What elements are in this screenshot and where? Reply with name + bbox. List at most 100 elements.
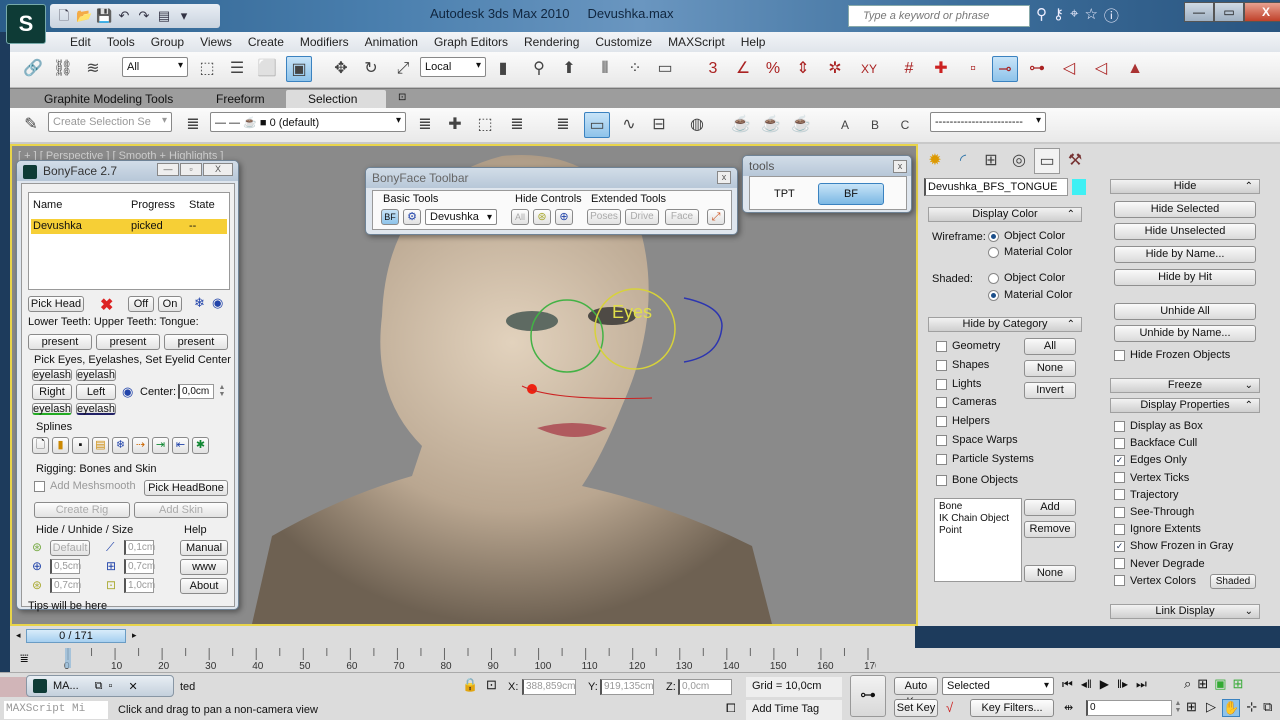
- zoom-all-icon[interactable]: ⊞: [1197, 676, 1208, 692]
- pan-view-icon[interactable]: ✋: [1222, 699, 1241, 717]
- orbit-icon[interactable]: ⊹: [1246, 699, 1257, 717]
- snaps-toggle-icon[interactable]: 3: [700, 56, 726, 82]
- motion-tab-icon[interactable]: ◎: [1006, 148, 1032, 174]
- rotate-icon[interactable]: ↻: [358, 56, 384, 82]
- current-frame-spinner[interactable]: ▲ ▼: [1174, 700, 1182, 715]
- xy-snap-icon[interactable]: XY: [856, 56, 882, 82]
- link-icon[interactable]: ⤢: [707, 209, 725, 225]
- search-input[interactable]: Type a keyword or phrase: [848, 5, 1030, 27]
- save-spline-icon[interactable]: ▪: [72, 437, 89, 454]
- key-mode-toggle-icon[interactable]: ⇹: [1064, 701, 1073, 714]
- time-slider-prev-icon[interactable]: ◂: [16, 630, 21, 641]
- key-icon[interactable]: ⚷: [1053, 5, 1064, 26]
- move-icon[interactable]: ✥: [328, 56, 354, 82]
- yellow-square-size-field[interactable]: 1,0cm: [124, 578, 155, 593]
- scale-icon[interactable]: ⤢: [390, 56, 416, 82]
- menu-create[interactable]: Create: [240, 32, 292, 52]
- select-and-link-icon[interactable]: 🔗: [20, 56, 46, 82]
- display-property-checkbox[interactable]: Ignore Extents: [1114, 523, 1201, 535]
- hide-by-hit-button[interactable]: Hide by Hit: [1114, 269, 1256, 286]
- project-folder-icon[interactable]: ▤: [156, 8, 172, 24]
- hide-shapes-checkbox[interactable]: Shapes: [936, 359, 989, 371]
- angle-snap-icon[interactable]: ∠: [730, 56, 756, 82]
- new-file-icon[interactable]: 🗋: [56, 8, 72, 24]
- restore-icon[interactable]: ⧉: [95, 680, 103, 693]
- maxscript-minimized-window[interactable]: MA... ⧉ ▫ ✕: [26, 675, 174, 697]
- hide-blue-controls-icon[interactable]: ⊕: [555, 209, 573, 225]
- undo-icon[interactable]: ↶: [116, 8, 132, 24]
- freeze-icon[interactable]: ❄: [194, 295, 205, 311]
- hide-particle-systems-checkbox[interactable]: Particle Systems: [936, 453, 1034, 465]
- select-manipulate-icon[interactable]: ⚲: [526, 56, 552, 82]
- rendered-frame-window-icon[interactable]: ☕: [758, 112, 784, 138]
- hide-cameras-checkbox[interactable]: Cameras: [936, 396, 997, 408]
- display-tab-icon[interactable]: ▭: [1034, 148, 1060, 174]
- drive-button[interactable]: Drive: [625, 209, 659, 225]
- key-filters-button[interactable]: Key Filters...: [970, 699, 1054, 717]
- hide-lights-checkbox[interactable]: Lights: [936, 378, 981, 390]
- application-menu-button[interactable]: S: [6, 4, 46, 44]
- render-preset-a-icon[interactable]: A: [832, 112, 858, 138]
- next-frame-icon[interactable]: ‖▸: [1117, 677, 1128, 692]
- square-control-icon[interactable]: ⊞: [106, 559, 116, 573]
- face-snap-icon[interactable]: ◁: [1088, 56, 1114, 82]
- close-icon[interactable]: ✕: [128, 680, 137, 693]
- zoom-extents-all-icon[interactable]: ⊞: [1232, 676, 1243, 692]
- tpt-button[interactable]: TPT: [774, 188, 795, 200]
- hide-space-warps-checkbox[interactable]: Space Warps: [936, 434, 1018, 446]
- category-list-item[interactable]: IK Chain Object: [939, 513, 1017, 525]
- render-preset-c-icon[interactable]: C: [892, 112, 918, 138]
- category-list-item[interactable]: Bone: [939, 501, 1017, 513]
- shaded-material-color-radio[interactable]: Material Color: [988, 289, 1072, 301]
- controls-icon[interactable]: ⊛: [32, 540, 42, 554]
- upper-eyelash-right-button[interactable]: eyelash: [32, 369, 72, 381]
- maximize-icon[interactable]: ▫: [109, 680, 113, 692]
- category-list[interactable]: Bone IK Chain Object Point: [934, 498, 1022, 582]
- set-key-button[interactable]: Set Key: [894, 699, 938, 717]
- bonyface-minimize-button[interactable]: —: [157, 163, 179, 176]
- named-selection-icon[interactable]: ✎: [18, 112, 44, 138]
- pick-head-button[interactable]: Pick Head: [28, 296, 84, 312]
- open-spline-icon[interactable]: ▮: [52, 437, 69, 454]
- column-header-progress[interactable]: Progress: [131, 199, 175, 211]
- right-eye-control[interactable]: [683, 297, 723, 363]
- menu-rendering[interactable]: Rendering: [516, 32, 587, 52]
- time-tag-icon[interactable]: ⧠: [726, 701, 736, 716]
- lower-eyelash-right-button[interactable]: eyelash: [32, 403, 72, 415]
- hide-geometry-checkbox[interactable]: Geometry: [936, 340, 1000, 352]
- modify-tab-icon[interactable]: ◜: [950, 148, 976, 174]
- display-property-checkbox[interactable]: Vertex Colors: [1114, 575, 1196, 587]
- menu-graph-editors[interactable]: Graph Editors: [426, 32, 516, 52]
- window-crossing-icon[interactable]: ▣: [286, 56, 312, 82]
- hide-yellow-controls-icon[interactable]: ⊛: [533, 209, 551, 225]
- layer-toolbar-icon[interactable]: ≣: [550, 112, 576, 138]
- midpoint-snap-icon[interactable]: ⊶: [1024, 56, 1050, 82]
- add-time-tag-button[interactable]: Add Time Tag: [746, 700, 842, 720]
- unlink-icon[interactable]: ⛓: [50, 56, 76, 82]
- rectangular-selection-icon[interactable]: ⬜: [254, 56, 280, 82]
- auto-key-button[interactable]: Auto Key: [894, 677, 938, 708]
- menu-modifiers[interactable]: Modifiers: [292, 32, 357, 52]
- square-control-size-field[interactable]: 0,7cm: [124, 559, 155, 574]
- center-field[interactable]: 0,0cm: [178, 384, 214, 399]
- copy-spline-icon[interactable]: ▤: [92, 437, 109, 454]
- create-rig-button[interactable]: Create Rig: [34, 502, 130, 518]
- category-list-none-button[interactable]: None: [1024, 565, 1076, 582]
- quick-render-icon[interactable]: ☕: [788, 112, 814, 138]
- center-spinner[interactable]: ▲ ▼: [218, 384, 226, 399]
- redo-icon[interactable]: ↷: [136, 8, 152, 24]
- satellite-icon[interactable]: ⌖: [1070, 5, 1078, 26]
- bind-space-warp-icon[interactable]: ≋: [80, 56, 106, 82]
- export-spline-icon[interactable]: ⇤: [172, 437, 189, 454]
- selection-lock-icon[interactable]: 🔒: [462, 677, 478, 693]
- shaded-object-color-radio[interactable]: Object Color: [988, 272, 1065, 284]
- percent-snap-icon[interactable]: %: [760, 56, 786, 82]
- render-preset-b-icon[interactable]: B: [862, 112, 888, 138]
- schematic-view-icon[interactable]: ⊟: [646, 112, 672, 138]
- ribbon-options-icon[interactable]: ⊡: [398, 92, 406, 103]
- spline-vertex-icon[interactable]: ⇢: [132, 437, 149, 454]
- binoculars-icon[interactable]: ⚲: [1036, 5, 1047, 26]
- layer-dropdown[interactable]: — — ☕ ■ 0 (default): [210, 112, 406, 132]
- yellow-control-size-field[interactable]: 0,7cm: [50, 578, 81, 593]
- object-name-field[interactable]: Devushka_BFS_TONGUE: [924, 178, 1068, 196]
